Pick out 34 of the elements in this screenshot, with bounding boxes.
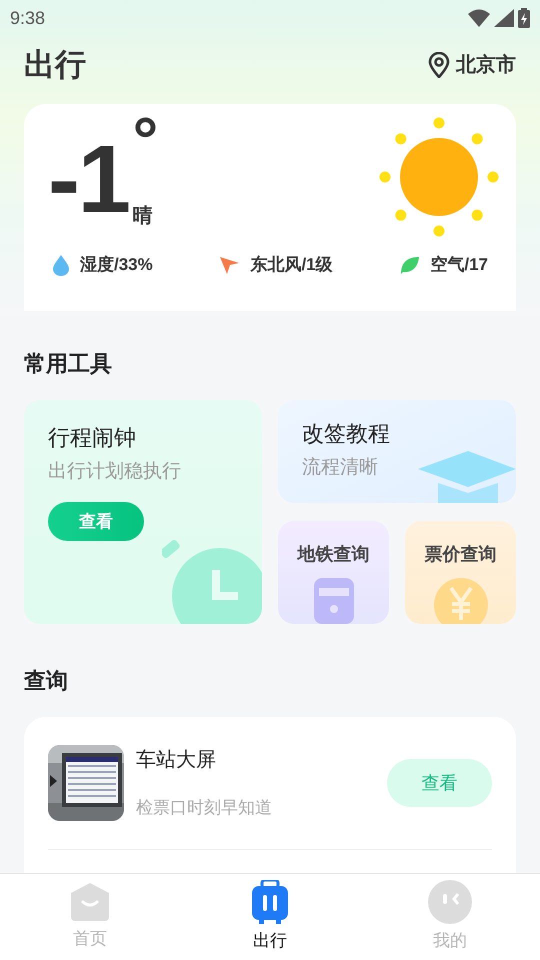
query-title: 车站大屏 (136, 748, 217, 774)
weather-stat: 东北风/1级 (250, 254, 333, 276)
battery-icon (518, 8, 530, 28)
tool-title: 行程闹钟 (48, 424, 137, 452)
tool-title: 地铁查询 (298, 543, 370, 566)
location-button[interactable]: 北京市 (428, 50, 516, 80)
home-icon (70, 882, 110, 922)
tool-card[interactable]: 改签教程 流程清晰 (278, 400, 516, 503)
weather-condition: 晴 (132, 206, 154, 226)
weather-stat: 湿度/33% (80, 254, 153, 276)
nav-tab[interactable]: 出行 (180, 874, 360, 960)
tool-subtitle: 流程清晰 (302, 456, 379, 480)
tool-card[interactable]: 地铁查询 (278, 521, 389, 624)
water-drop-icon (52, 254, 70, 276)
section-title: 常用工具 (23, 350, 113, 378)
sun-icon (378, 116, 500, 238)
section-title: 查询 (22, 667, 69, 695)
temperature: -1 (48, 132, 129, 228)
tool-card[interactable]: 票价查询 (405, 521, 516, 624)
signal-icon (494, 9, 514, 27)
smiley-face-icon (428, 880, 472, 924)
suitcase-icon (251, 880, 289, 924)
weather-stat: 空气/17 (430, 254, 488, 276)
page-title: 出行 (24, 46, 86, 84)
degree-symbol: ° (132, 108, 158, 172)
location-pin-icon (428, 52, 450, 78)
query-subtitle: 检票口时刻早知道 (136, 797, 273, 820)
status-time: 9:38 (10, 6, 46, 30)
tool-card[interactable]: 行程闹钟 出行计划稳执行 查看 (24, 400, 262, 624)
tool-title: 票价查询 (424, 543, 496, 566)
tool-subtitle: 出行计划稳执行 (48, 460, 182, 484)
wifi-icon (468, 9, 490, 27)
yen-coin-icon (434, 578, 488, 624)
tool-title: 改签教程 (302, 420, 391, 448)
